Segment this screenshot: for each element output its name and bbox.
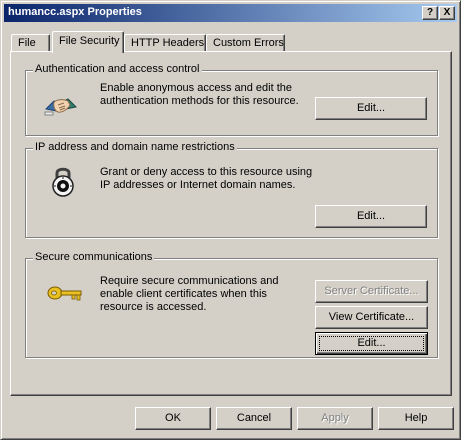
secure-description: Require secure communications and enable…	[100, 275, 279, 313]
secure-edit-button[interactable]: Edit...	[315, 332, 428, 355]
ok-button[interactable]: OK	[135, 407, 211, 430]
title-close-button[interactable]: X	[439, 6, 455, 20]
help-button[interactable]: Help	[378, 407, 454, 430]
view-certificate-button[interactable]: View Certificate...	[315, 306, 428, 329]
auth-edit-button[interactable]: Edit...	[315, 97, 427, 120]
cancel-button[interactable]: Cancel	[216, 407, 292, 430]
properties-dialog: humancc.aspx Properties ? X File File Se…	[0, 0, 461, 440]
key-icon	[46, 277, 86, 311]
tab-http-headers[interactable]: HTTP Headers	[124, 34, 206, 52]
ip-group-label: IP address and domain name restrictions	[33, 141, 237, 153]
title-bar[interactable]: humancc.aspx Properties ? X	[4, 4, 457, 22]
file-security-panel: Authentication and access control Enable…	[10, 51, 452, 396]
secure-group-label: Secure communications	[33, 251, 155, 263]
handshake-icon	[44, 87, 78, 121]
auth-group-label: Authentication and access control	[33, 63, 202, 75]
apply-button[interactable]: Apply	[297, 407, 373, 430]
tab-file-security[interactable]: File Security	[52, 31, 124, 53]
ip-edit-button[interactable]: Edit...	[315, 205, 427, 228]
padlock-icon	[46, 164, 80, 198]
ip-restrictions-group: IP address and domain name restrictions …	[25, 141, 438, 238]
auth-group: Authentication and access control Enable…	[25, 63, 438, 136]
tab-file[interactable]: File	[11, 34, 50, 52]
window-title: humancc.aspx Properties	[8, 6, 142, 18]
server-certificate-button[interactable]: Server Certificate...	[315, 280, 428, 303]
secure-communications-group: Secure communications Require secure com…	[25, 251, 438, 358]
title-help-button[interactable]: ?	[422, 6, 438, 20]
auth-description: Enable anonymous access and edit the aut…	[100, 82, 299, 107]
tab-custom-errors[interactable]: Custom Errors	[206, 34, 285, 52]
ip-description: Grant or deny access to this resource us…	[100, 166, 313, 191]
